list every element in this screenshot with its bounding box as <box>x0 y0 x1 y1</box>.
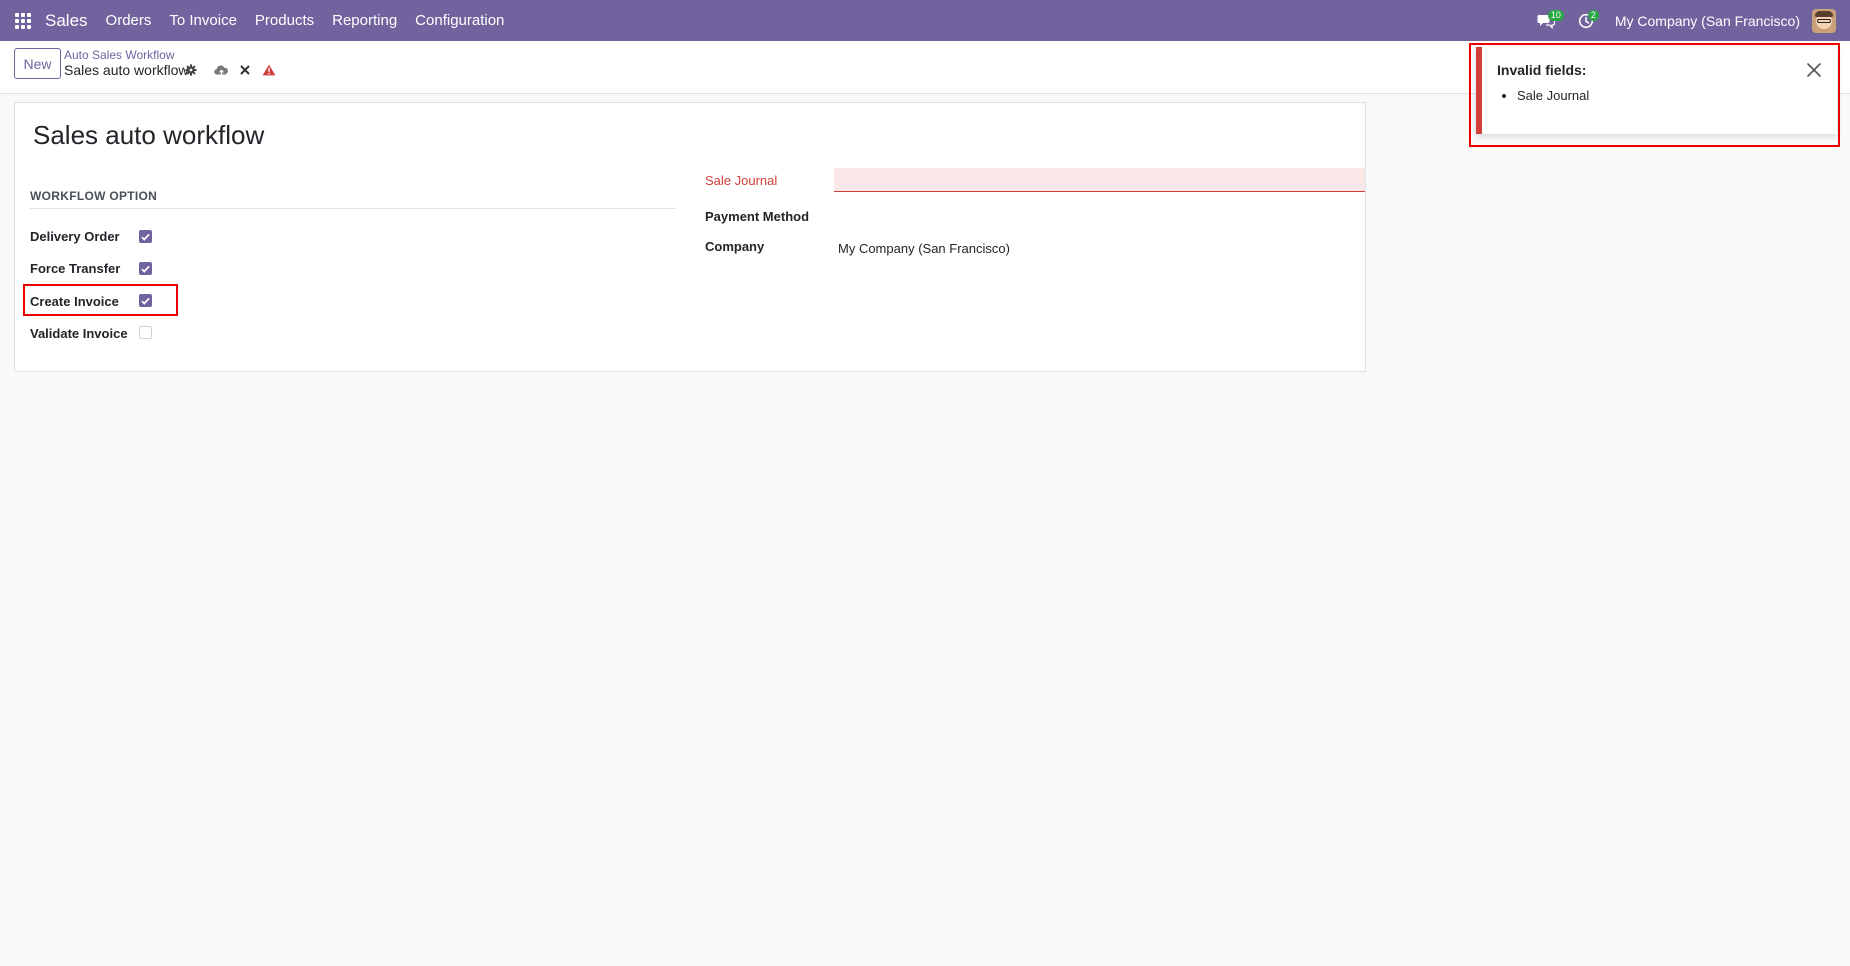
checkmark-icon <box>141 297 150 305</box>
menu-configuration[interactable]: Configuration <box>415 12 504 29</box>
payment-method-label: Payment Method <box>705 209 810 224</box>
close-icon <box>240 65 250 75</box>
sale-journal-input[interactable] <box>834 168 1365 192</box>
apps-grid-icon <box>14 12 31 29</box>
app-menu-button[interactable] <box>0 0 45 41</box>
force-transfer-checkbox[interactable] <box>139 262 152 275</box>
notification-title: Invalid fields: <box>1497 62 1587 78</box>
user-avatar[interactable] <box>1812 8 1836 33</box>
force-transfer-label: Force Transfer <box>30 261 121 276</box>
menu-products[interactable]: Products <box>255 12 314 29</box>
gear-icon <box>185 64 197 76</box>
menu-orders[interactable]: Orders <box>106 12 152 29</box>
delivery-order-label: Delivery Order <box>30 229 120 244</box>
warning-icon <box>262 64 276 76</box>
payment-method-input[interactable] <box>834 204 1365 226</box>
delivery-order-checkbox[interactable] <box>139 230 152 243</box>
messaging-button[interactable]: 10 <box>1531 0 1564 41</box>
notification-list: Sale Journal <box>1517 88 1589 103</box>
notification-item: Sale Journal <box>1517 88 1589 103</box>
validate-invoice-label: Validate Invoice <box>30 326 128 341</box>
close-icon <box>1807 63 1821 77</box>
systray: 10 2 My Company (San Francisco) <box>1531 0 1850 41</box>
notification-danger-bar <box>1476 47 1482 134</box>
messages-badge: 10 <box>1547 10 1564 21</box>
app-brand[interactable]: Sales <box>45 11 88 31</box>
sale-journal-label: Sale Journal <box>705 173 778 188</box>
form-sheet: Sales auto workflow WORKFLOW OPTION Deli… <box>14 102 1366 372</box>
workflow-option-group-title: WORKFLOW OPTION <box>30 189 676 209</box>
notification-close-button[interactable] <box>1805 61 1823 79</box>
record-title: Sales auto workflow <box>33 120 265 150</box>
top-navbar: Sales Orders To Invoice Products Reporti… <box>0 0 1850 41</box>
company-label: Company <box>705 239 765 254</box>
breadcrumb-parent[interactable]: Auto Sales Workflow <box>64 48 175 62</box>
checkmark-icon <box>141 265 150 273</box>
checkmark-icon <box>141 233 150 241</box>
create-invoice-checkbox[interactable] <box>139 294 152 307</box>
discard-button[interactable] <box>237 62 253 78</box>
invalid-fields-notification: Invalid fields: Sale Journal <box>1476 47 1837 134</box>
save-button[interactable] <box>213 62 229 78</box>
breadcrumb-current: Sales auto workflow <box>64 62 189 78</box>
company-field-value[interactable]: My Company (San Francisco) <box>838 241 1010 256</box>
new-button[interactable]: New <box>14 48 61 79</box>
activities-button[interactable]: 2 <box>1571 0 1601 41</box>
create-invoice-label: Create Invoice <box>30 294 119 309</box>
validate-invoice-checkbox[interactable] <box>139 326 152 339</box>
activities-badge: 2 <box>1587 10 1599 21</box>
menu-to-invoice[interactable]: To Invoice <box>169 12 237 29</box>
cloud-upload-icon <box>213 65 228 76</box>
menu-reporting[interactable]: Reporting <box>332 12 397 29</box>
company-switcher[interactable]: My Company (San Francisco) <box>1615 13 1800 29</box>
invalid-warning-indicator[interactable] <box>261 62 277 78</box>
actions-gear-button[interactable] <box>183 62 199 78</box>
